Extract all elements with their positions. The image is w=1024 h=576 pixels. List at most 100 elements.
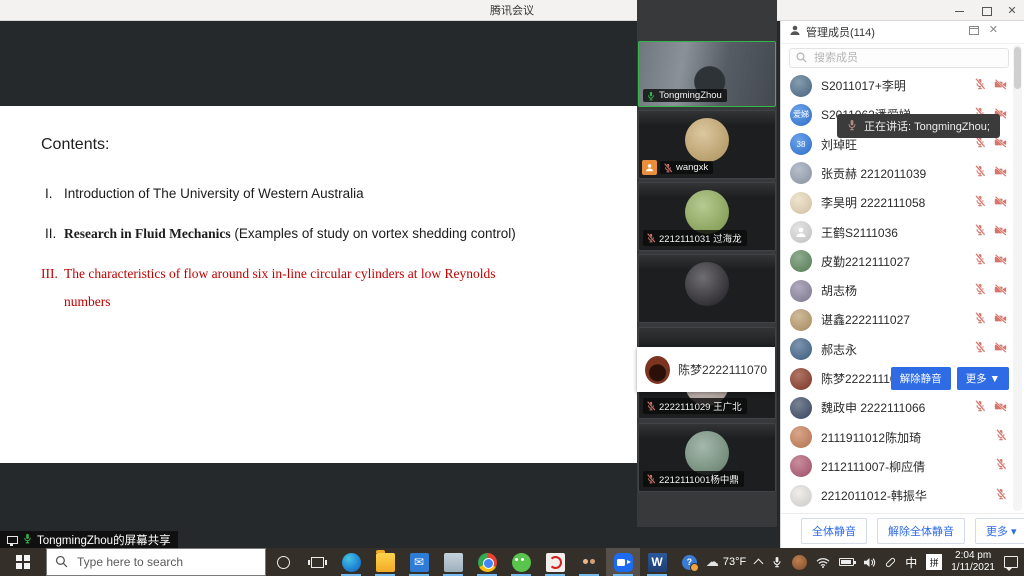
start-button[interactable] (0, 548, 46, 576)
muted-mic-icon[interactable] (995, 457, 1007, 475)
notes-taskbar-button[interactable] (436, 548, 470, 576)
wifi-icon[interactable] (816, 557, 830, 568)
member-panel: 管理成员(114) ✕ S2011017+李明爱娣S2011062潘爱娣38刘琸… (780, 21, 1024, 548)
member-row[interactable]: 胡志杨 (781, 276, 1017, 305)
muted-mic-icon[interactable] (974, 223, 986, 241)
close-button[interactable]: ✕ (1006, 5, 1018, 17)
camera-off-icon[interactable] (994, 311, 1007, 329)
muted-mic-icon[interactable] (974, 164, 986, 182)
member-row[interactable]: 李昊明 2222111058 (781, 188, 1017, 217)
avatar (685, 118, 729, 162)
member-row[interactable]: S2011017+李明 (781, 71, 1017, 100)
camera-off-icon[interactable] (994, 340, 1007, 358)
avatar (790, 192, 812, 214)
member-more-button[interactable]: 更多 ▼ (957, 367, 1009, 390)
restore-button[interactable] (980, 5, 992, 17)
word-taskbar-button[interactable]: W (640, 548, 674, 576)
battery-icon[interactable] (839, 558, 854, 566)
popout-icon[interactable] (969, 26, 979, 35)
minimize-button[interactable] (954, 5, 966, 17)
avatar (685, 262, 729, 306)
muted-mic-icon[interactable] (974, 311, 986, 329)
member-row[interactable]: 皮勤2212111027 (781, 247, 1017, 276)
camera-off-icon[interactable] (994, 252, 1007, 270)
chrome-icon (478, 553, 497, 572)
screen-share-label: TongmingZhou的屏幕共享 (37, 532, 171, 548)
muted-mic-icon[interactable] (974, 340, 986, 358)
file-explorer-taskbar-button[interactable] (368, 548, 402, 576)
member-panel-title: 管理成员(114) (806, 24, 875, 40)
video-thumbnail[interactable]: wangxk (638, 110, 776, 179)
mail-taskbar-button[interactable]: ✉ (402, 548, 436, 576)
member-row[interactable]: 2212011012-韩振华 (781, 481, 1017, 510)
contacts-taskbar-button[interactable] (572, 548, 606, 576)
task-view-button[interactable] (300, 548, 334, 576)
unmute-member-button[interactable]: 解除静音 (891, 367, 951, 390)
video-thumbnail[interactable] (638, 254, 776, 323)
video-thumbnail[interactable]: TongmingZhou (638, 41, 776, 107)
member-row[interactable]: 2112111007-柳应倩 (781, 452, 1017, 481)
video-thumbnail[interactable]: 2212111031 过海龙 (638, 182, 776, 251)
member-row[interactable]: 谌鑫2222111027 (781, 305, 1017, 334)
avatar (790, 368, 812, 390)
app-tray-icon[interactable] (792, 555, 807, 570)
video-thumbnail[interactable]: 2212111001杨中鼎 (638, 423, 776, 492)
avatar: 38 (790, 133, 812, 155)
camera-off-icon[interactable] (994, 77, 1007, 95)
weather-widget[interactable]: ☁73°F (706, 554, 746, 570)
clock[interactable]: 2:04 pm1/11/2021 (951, 550, 995, 575)
action-center-button[interactable] (1004, 556, 1018, 568)
muted-mic-icon[interactable] (974, 399, 986, 417)
volume-icon[interactable] (863, 557, 876, 568)
member-row[interactable]: 2111911012陈加琦 (781, 423, 1017, 452)
muted-mic-icon[interactable] (974, 252, 986, 270)
avatar (790, 397, 812, 419)
edge-taskbar-button[interactable] (334, 548, 368, 576)
camera-off-icon[interactable] (994, 399, 1007, 417)
mute-all-button[interactable]: 全体静音 (801, 518, 867, 544)
help-app-icon[interactable]: ? (682, 555, 697, 570)
show-hidden-icons-button[interactable] (755, 557, 762, 567)
avatar: 爱娣 (790, 104, 812, 126)
cortana-button[interactable] (266, 548, 300, 576)
ime-language-indicator[interactable]: 中 (905, 554, 917, 571)
wechat-taskbar-button[interactable] (504, 548, 538, 576)
muted-mic-icon[interactable] (974, 194, 986, 212)
member-name: 谌鑫2222111027 (821, 311, 910, 328)
panel-close-icon[interactable]: ✕ (989, 25, 998, 35)
tencent-meeting-taskbar-button[interactable] (606, 548, 640, 576)
muted-mic-icon[interactable] (974, 282, 986, 300)
camera-off-icon[interactable] (994, 164, 1007, 182)
thumbnail-column: TongmingZhouwangxk2212111031 过海龙22221110… (637, 0, 777, 527)
camera-off-icon[interactable] (994, 223, 1007, 241)
ime-mode-indicator[interactable]: 拼 (926, 554, 942, 570)
chrome-taskbar-button[interactable] (470, 548, 504, 576)
member-row[interactable]: 张贡赫 2212011039 (781, 159, 1017, 188)
muted-mic-icon[interactable] (974, 77, 986, 95)
link-icon[interactable] (885, 560, 896, 565)
scrollbar-thumb[interactable] (1014, 47, 1021, 89)
member-row[interactable]: 陈梦2222111070解除静音更多 ▼ (781, 364, 1017, 393)
avatar (790, 250, 812, 272)
member-row[interactable]: 郝志永 (781, 335, 1017, 364)
microphone-tray-icon[interactable] (771, 556, 783, 568)
window-title: 腾讯会议 (490, 2, 534, 18)
member-row[interactable]: 王鹤S2111036 (781, 218, 1017, 247)
muted-mic-icon[interactable] (995, 428, 1007, 446)
thumbnail-name-label: 2212111031 过海龙 (643, 230, 747, 246)
taskbar-search-input[interactable] (46, 548, 266, 576)
acrobat-taskbar-button[interactable] (538, 548, 572, 576)
camera-off-icon[interactable] (994, 194, 1007, 212)
avatar (790, 455, 812, 477)
member-search-input[interactable] (789, 48, 1009, 68)
slide-item-1: I.Introduction of The University of West… (45, 186, 364, 201)
more-button[interactable]: 更多 ▾ (975, 518, 1024, 544)
slide-item-3-line1: III.The characteristics of flow around s… (41, 266, 496, 282)
unmute-all-button[interactable]: 解除全体静音 (877, 518, 965, 544)
host-badge-icon (642, 160, 657, 175)
muted-mic-icon[interactable] (995, 487, 1007, 505)
member-row[interactable]: 魏政申 2222111066 (781, 393, 1017, 422)
camera-off-icon[interactable] (994, 282, 1007, 300)
member-list-scrollbar[interactable] (1013, 45, 1022, 511)
search-icon (796, 52, 807, 63)
